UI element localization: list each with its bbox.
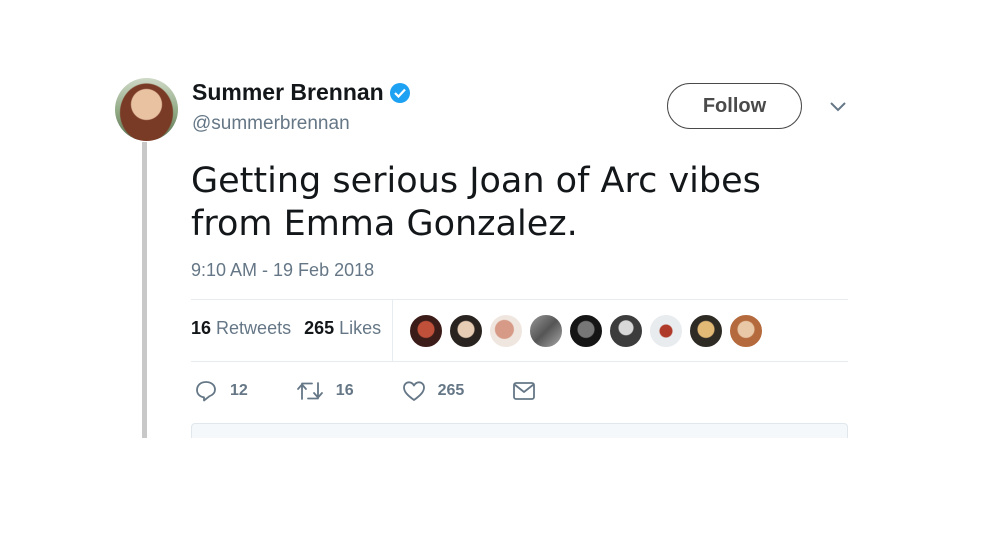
handle[interactable]: @summerbrennan — [192, 113, 350, 135]
thread-line — [142, 142, 147, 440]
likes-stat[interactable]: 265 Likes — [304, 318, 381, 339]
like-button[interactable]: 265 — [402, 380, 465, 402]
envelope-icon — [513, 382, 536, 400]
reply-button[interactable]: 12 — [194, 379, 248, 403]
likes-label: Likes — [339, 318, 382, 338]
liker-avatar[interactable] — [649, 314, 683, 348]
avatar[interactable] — [115, 78, 178, 141]
liker-avatar[interactable] — [409, 314, 443, 348]
like-count: 265 — [437, 382, 465, 399]
retweets-label: Retweets — [216, 318, 292, 338]
verified-badge-icon — [389, 82, 410, 103]
likes-count: 265 — [304, 318, 335, 338]
direct-message-button[interactable] — [512, 381, 548, 401]
liker-avatar[interactable] — [449, 314, 483, 348]
stats-divider-top — [191, 299, 848, 300]
engagement-stats: 16 Retweets 265 Likes — [191, 318, 394, 339]
likers-avatars — [409, 314, 769, 348]
stats-divider-bottom — [191, 361, 848, 362]
chevron-down-icon[interactable] — [828, 100, 848, 114]
heart-icon — [402, 381, 425, 401]
tweet-actions: 12 16 265 — [194, 379, 596, 403]
liker-avatar[interactable] — [529, 314, 563, 348]
liker-avatar[interactable] — [609, 314, 643, 348]
retweet-button[interactable]: 16 — [296, 380, 354, 402]
liker-avatar[interactable] — [569, 314, 603, 348]
liker-avatar[interactable] — [729, 314, 763, 348]
reply-count: 12 — [230, 382, 248, 399]
follow-button[interactable]: Follow — [667, 83, 802, 129]
retweets-count: 16 — [191, 318, 212, 338]
author-name-row[interactable]: Summer Brennan — [192, 79, 410, 106]
retweet-count: 16 — [335, 382, 354, 399]
liker-avatar[interactable] — [489, 314, 523, 348]
tweet-text: Getting serious Joan of Arc vibes from E… — [191, 161, 761, 244]
retweets-stat[interactable]: 16 Retweets — [191, 318, 291, 339]
retweet-icon — [296, 382, 323, 400]
page-background — [0, 438, 992, 558]
liker-avatar[interactable] — [689, 314, 723, 348]
reply-icon — [196, 381, 216, 402]
timestamp[interactable]: 9:10 AM - 19 Feb 2018 — [191, 260, 374, 281]
display-name[interactable]: Summer Brennan — [192, 79, 384, 106]
